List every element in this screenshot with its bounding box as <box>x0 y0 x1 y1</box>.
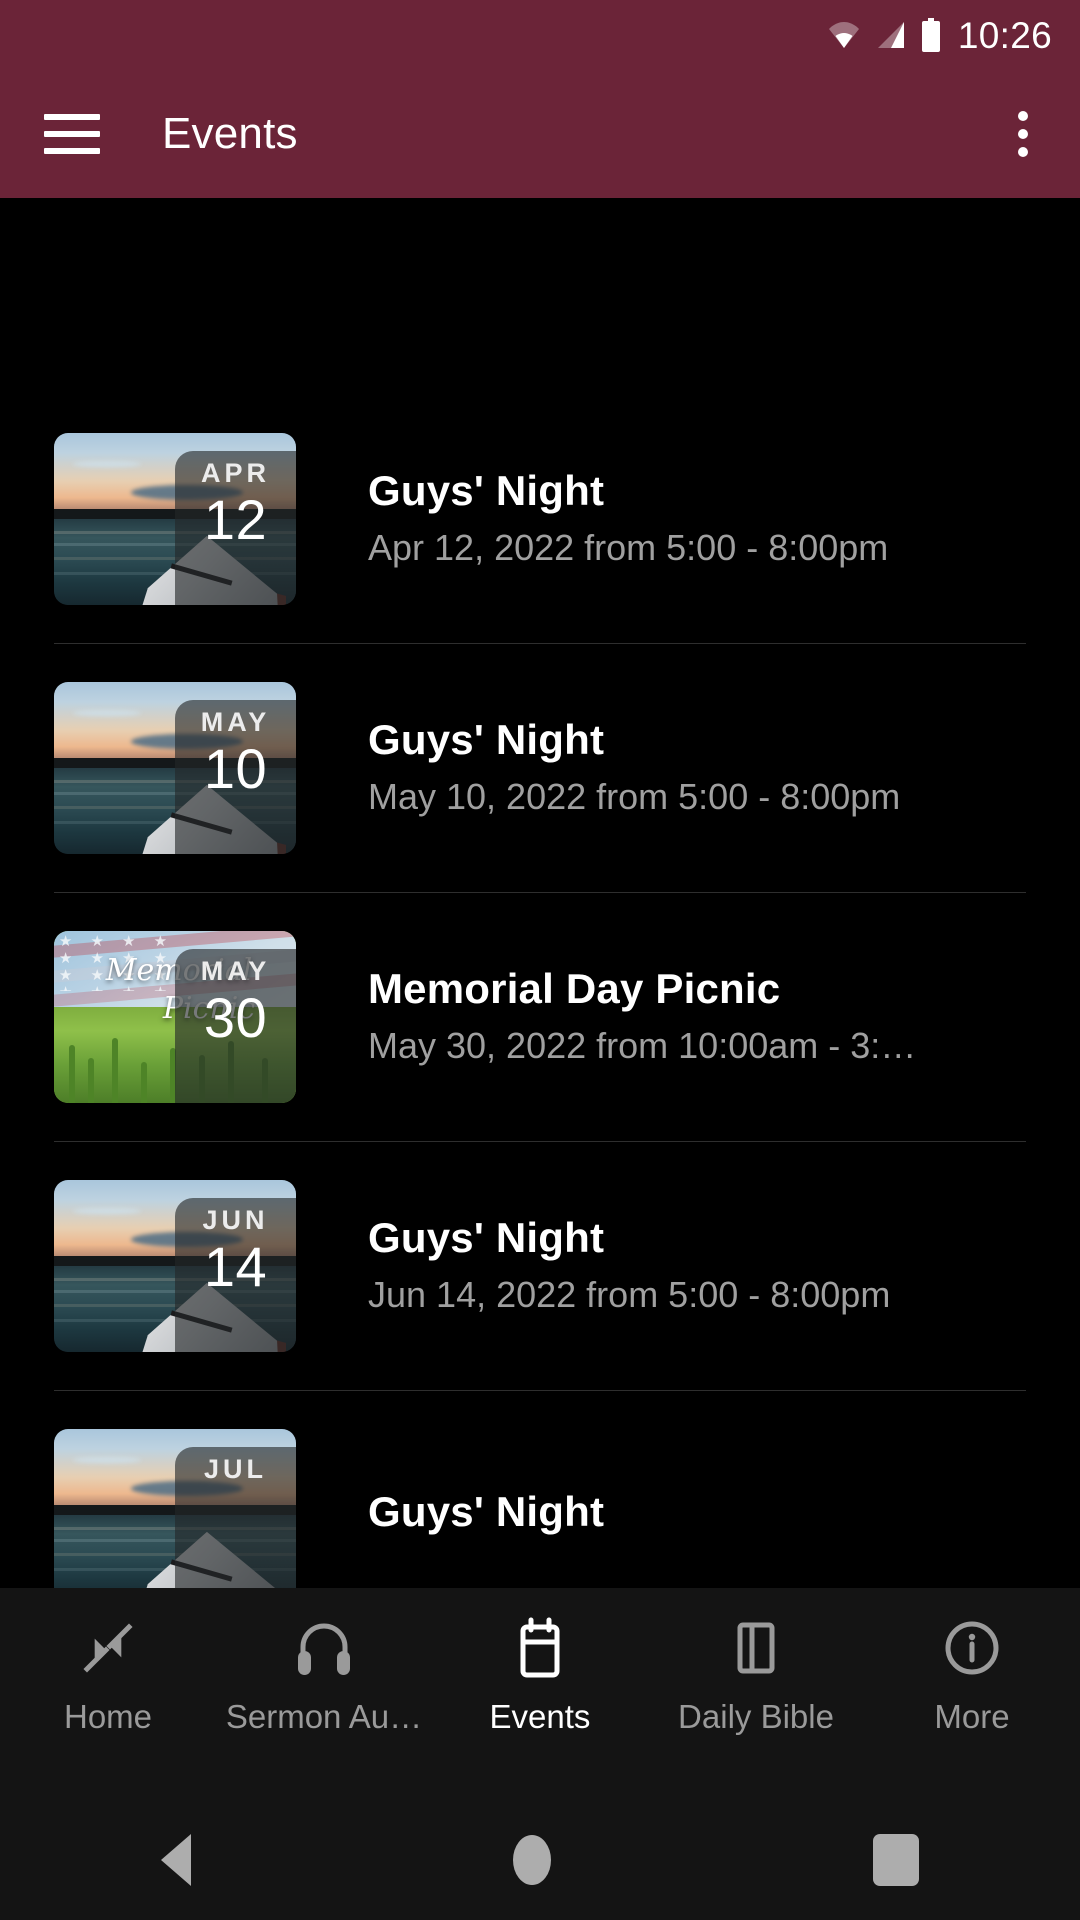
date-badge: JUN 14 <box>175 1198 296 1352</box>
wifi-icon <box>827 20 861 50</box>
event-thumbnail: APR 12 <box>54 433 296 605</box>
events-list: APR 12 Guys' Night Apr 12, 2022 from 5:0… <box>0 198 1080 1601</box>
arrows-collapse-icon <box>77 1612 139 1684</box>
list-item[interactable]: MAY 10 Guys' Night May 10, 2022 from 5:0… <box>0 682 1080 854</box>
event-thumbnail: JUN 14 <box>54 1180 296 1352</box>
date-badge: JUL <box>175 1447 296 1601</box>
event-text: Guys' Night <box>368 1486 1080 1544</box>
event-datetime: Apr 12, 2022 from 5:00 - 8:00pm <box>368 527 889 568</box>
event-text: Memorial Day Picnic May 30, 2022 from 10… <box>368 963 1080 1071</box>
triangle-back-icon[interactable] <box>161 1834 191 1886</box>
cell-signal-icon <box>874 20 908 50</box>
bottom-navigation: Home Sermon Au… Events Daily Bible More <box>0 1588 1080 1800</box>
book-icon <box>725 1612 787 1684</box>
list-item[interactable]: ★ ★ ★ ★ ★ ★ ★ ★ ★ ★ ★ ★ ★ ★ ★ ★ ★ ★ ★ ★ … <box>0 931 1080 1103</box>
date-day: 30 <box>203 986 268 1049</box>
event-title: Guys' Night <box>368 1214 605 1261</box>
date-month: JUL <box>203 1454 267 1484</box>
nav-item-more[interactable]: More <box>864 1612 1080 1736</box>
event-datetime: Jun 14, 2022 from 5:00 - 8:00pm <box>368 1274 891 1315</box>
event-title: Guys' Night <box>368 467 605 514</box>
list-item[interactable]: JUL Guys' Night <box>0 1429 1080 1601</box>
date-day: 10 <box>203 737 268 800</box>
hamburger-menu-icon[interactable] <box>44 114 100 154</box>
date-day: 12 <box>203 488 268 551</box>
nav-item-daily-bible[interactable]: Daily Bible <box>648 1612 864 1736</box>
date-month: JUN <box>202 1205 269 1235</box>
nav-item-events[interactable]: Events <box>432 1612 648 1736</box>
list-item[interactable]: JUN 14 Guys' Night Jun 14, 2022 from 5:0… <box>0 1180 1080 1352</box>
date-month: MAY <box>200 956 271 986</box>
nav-label: Daily Bible <box>678 1698 834 1735</box>
nav-item-home[interactable]: Home <box>0 1612 216 1736</box>
app-bar: Events <box>0 70 1080 198</box>
square-recents-icon[interactable] <box>873 1834 919 1886</box>
event-text: Guys' Night Jun 14, 2022 from 5:00 - 8:0… <box>368 1212 1080 1320</box>
event-datetime: May 30, 2022 from 10:00am - 3:… <box>368 1025 917 1066</box>
nav-label: Home <box>63 1698 153 1735</box>
status-bar-clock: 10:26 <box>957 14 1052 56</box>
date-badge: APR 12 <box>175 451 296 605</box>
event-title: Memorial Day Picnic <box>368 965 781 1012</box>
date-month: APR <box>200 458 270 488</box>
date-badge: MAY 30 <box>175 949 296 1103</box>
nav-item-sermon-audio[interactable]: Sermon Au… <box>216 1612 432 1736</box>
battery-icon <box>921 18 941 52</box>
more-vertical-icon[interactable] <box>1000 106 1046 162</box>
android-system-bar <box>0 1800 1080 1920</box>
list-divider <box>54 643 1026 644</box>
calendar-icon <box>509 1612 571 1684</box>
nav-label: Sermon Au… <box>225 1698 423 1735</box>
status-bar: 10:26 <box>0 0 1080 70</box>
date-month: MAY <box>200 707 271 737</box>
headphones-icon <box>293 1612 355 1684</box>
circle-home-icon[interactable] <box>513 1835 551 1885</box>
info-circle-icon <box>941 1612 1003 1684</box>
event-datetime: May 10, 2022 from 5:00 - 8:00pm <box>368 776 901 817</box>
event-thumbnail: MAY 10 <box>54 682 296 854</box>
nav-label: More <box>934 1698 1010 1735</box>
event-title: Guys' Night <box>368 1488 605 1535</box>
app-root: 10:26 Events APR 12 Guys' Night Apr 12, … <box>0 0 1080 1920</box>
event-thumbnail: ★ ★ ★ ★ ★ ★ ★ ★ ★ ★ ★ ★ ★ ★ ★ ★ ★ ★ ★ ★ … <box>54 931 296 1103</box>
date-badge: MAY 10 <box>175 700 296 854</box>
list-divider <box>54 1141 1026 1142</box>
status-bar-icons <box>827 18 941 52</box>
event-thumbnail: JUL <box>54 1429 296 1601</box>
list-divider <box>54 1390 1026 1391</box>
page-title: Events <box>162 109 298 158</box>
event-title: Guys' Night <box>368 716 605 763</box>
nav-label: Events <box>489 1698 591 1735</box>
date-day: 14 <box>203 1235 268 1298</box>
event-text: Guys' Night Apr 12, 2022 from 5:00 - 8:0… <box>368 465 1080 573</box>
list-item[interactable]: APR 12 Guys' Night Apr 12, 2022 from 5:0… <box>0 433 1080 605</box>
event-text: Guys' Night May 10, 2022 from 5:00 - 8:0… <box>368 714 1080 822</box>
list-divider <box>54 892 1026 893</box>
